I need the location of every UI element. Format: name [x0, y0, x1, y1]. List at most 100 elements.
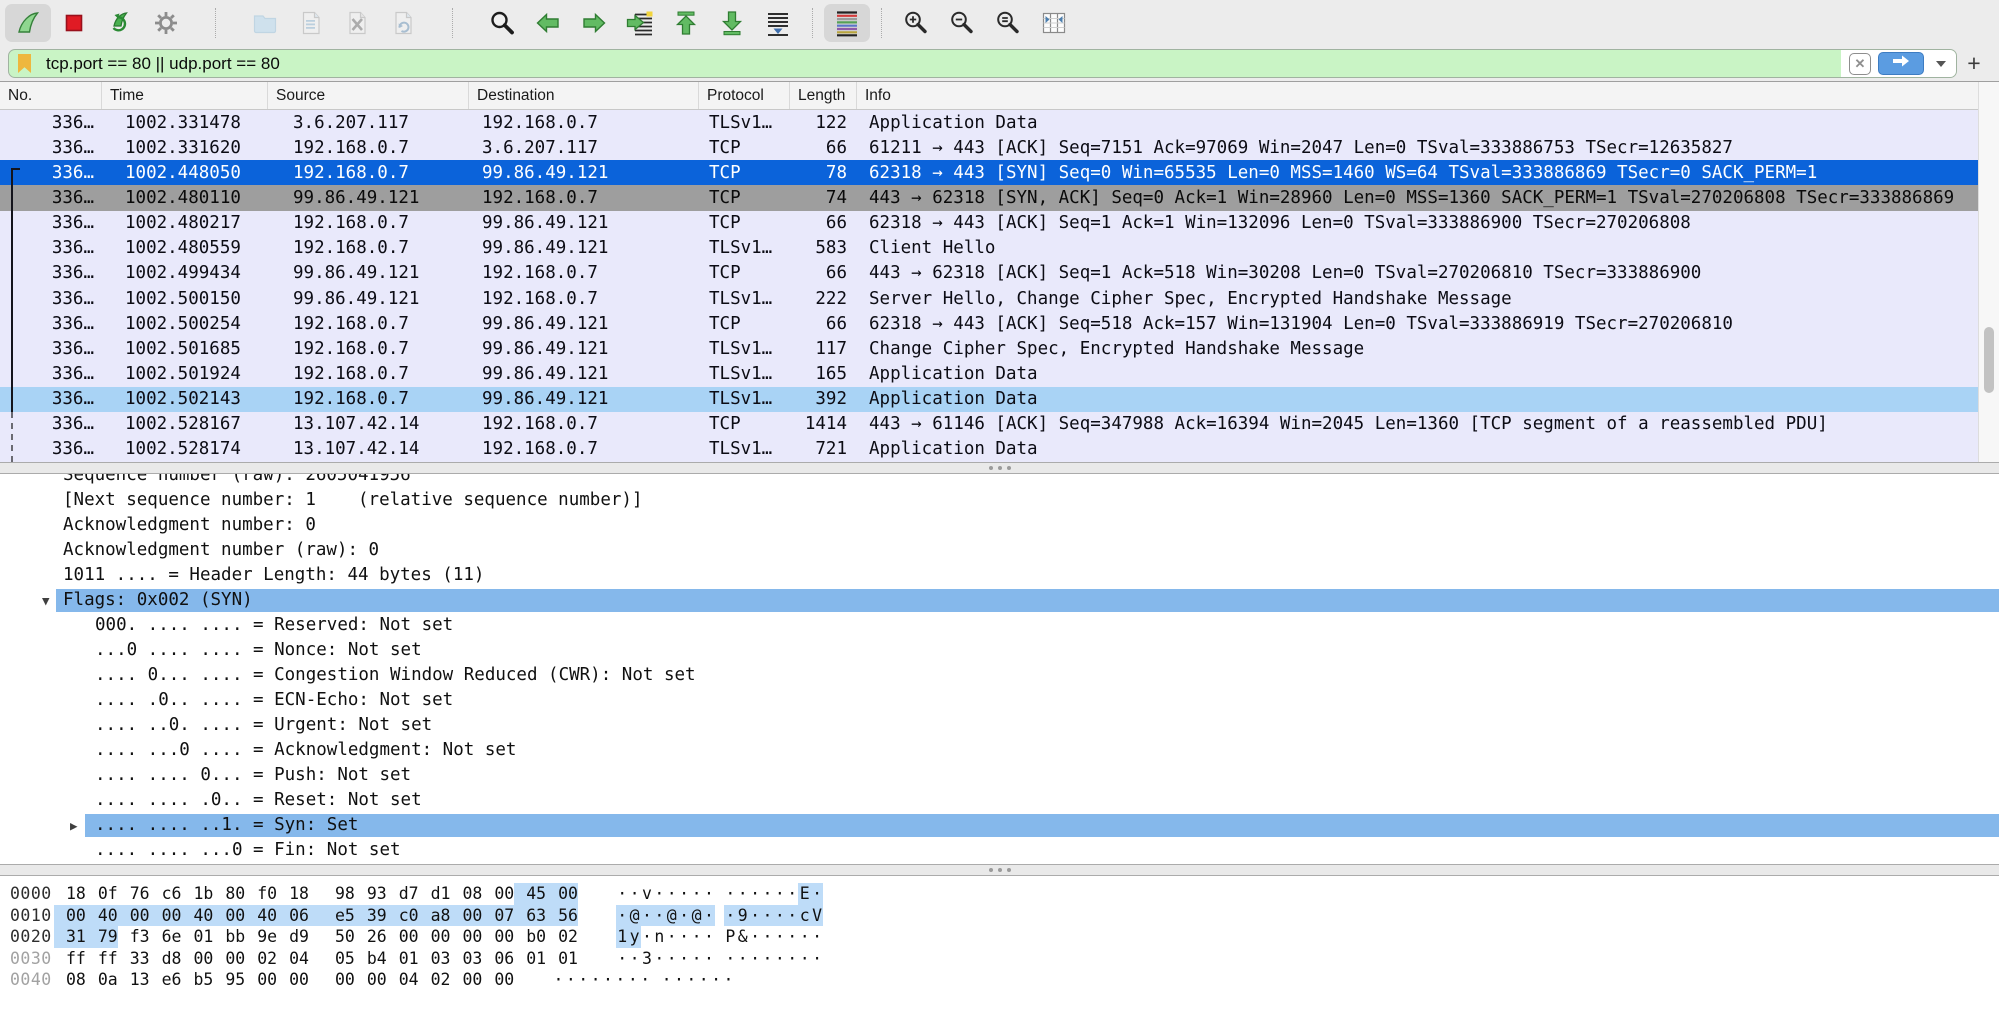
colorize-packets-button[interactable]: [824, 4, 870, 42]
packet-row[interactable]: 336…1002.448050192.168.0.799.86.49.121TC…: [0, 160, 1999, 185]
auto-scroll-button[interactable]: [755, 4, 801, 42]
zoom-original-button[interactable]: [985, 4, 1031, 42]
restart-capture-button[interactable]: [97, 4, 143, 42]
filter-apply-button[interactable]: [1878, 52, 1924, 75]
detail-line[interactable]: 1011 .... = Header Length: 44 bytes (11): [0, 563, 1999, 588]
find-packet-button[interactable]: [479, 4, 525, 42]
hex-row[interactable]: 0000180f76c61b80f0189893d7d108004500··v·…: [10, 883, 1999, 905]
cell-time: 1002.331620: [102, 138, 268, 158]
hex-byte: 39: [355, 905, 387, 927]
display-filter-input[interactable]: tcp.port == 80 || udp.port == 80 ✕: [8, 49, 1957, 78]
ascii-char: ·: [724, 905, 736, 927]
hex-row[interactable]: 00100040000040004006e539c0a800076356·@··…: [10, 905, 1999, 927]
splitter-list-details[interactable]: [0, 462, 1999, 474]
ascii-char: ·: [749, 905, 761, 927]
display-filter-text[interactable]: tcp.port == 80 || udp.port == 80: [46, 54, 1841, 74]
detail-line[interactable]: .... 0... .... = Congestion Window Reduc…: [0, 663, 1999, 688]
detail-line[interactable]: .... .0.. .... = ECN-Echo: Not set: [0, 688, 1999, 713]
column-header-length[interactable]: Length: [790, 82, 857, 109]
hex-byte: 01: [514, 948, 546, 970]
wireshark-window: { "colors": { "filter_bg": "#c9f4c5", "s…: [0, 0, 1999, 1018]
open-file-button[interactable]: [242, 4, 288, 42]
cell-source: 3.6.207.117: [268, 113, 469, 133]
go-last-packet-button[interactable]: [709, 4, 755, 42]
hex-row[interactable]: 0040080a13e6b5950000000004020000········…: [10, 969, 1999, 991]
packet-row[interactable]: 336…1002.501685192.168.0.799.86.49.121TL…: [0, 336, 1999, 361]
column-header-no[interactable]: No.: [0, 82, 102, 109]
packet-row[interactable]: 336…1002.501924192.168.0.799.86.49.121TL…: [0, 361, 1999, 386]
filter-dropdown-caret-icon[interactable]: [1936, 61, 1946, 67]
hex-byte: e6: [150, 969, 182, 991]
packet-row[interactable]: 336…1002.502143192.168.0.799.86.49.121TL…: [0, 387, 1999, 412]
column-header-info[interactable]: Info: [857, 82, 1999, 109]
cell-destination: 192.168.0.7: [469, 113, 699, 133]
cell-length: 117: [790, 339, 857, 359]
go-back-button[interactable]: [525, 4, 571, 42]
go-to-packet-button[interactable]: [617, 4, 663, 42]
detail-line[interactable]: ▶.... .... ..1. = Syn: Set: [0, 813, 1999, 838]
detail-line[interactable]: .... .... .0.. = Reset: Not set: [0, 788, 1999, 813]
go-first-packet-button[interactable]: [663, 4, 709, 42]
hex-row[interactable]: 0030ffff33d80000020405b4010303060101··3·…: [10, 948, 1999, 970]
column-header-source[interactable]: Source: [268, 82, 469, 109]
detail-line[interactable]: 000. .... .... = Reserved: Not set: [0, 613, 1999, 638]
column-header-protocol[interactable]: Protocol: [699, 82, 790, 109]
splitter-details-hex[interactable]: [0, 864, 1999, 876]
detail-line[interactable]: .... ..0. .... = Urgent: Not set: [0, 713, 1999, 738]
magnifier-icon: [488, 9, 516, 37]
detail-line[interactable]: ...0 .... .... = Nonce: Not set: [0, 638, 1999, 663]
detail-line[interactable]: [Next sequence number: 1 (relative seque…: [0, 488, 1999, 513]
detail-line[interactable]: Acknowledgment number: 0: [0, 513, 1999, 538]
packet-row[interactable]: 336…1002.49943499.86.49.121192.168.0.7TC…: [0, 261, 1999, 286]
expand-twisty-icon[interactable]: ▶: [70, 813, 78, 838]
scrollbar-thumb[interactable]: [1984, 327, 1994, 393]
zoom-in-button[interactable]: [893, 4, 939, 42]
ascii-char: ·: [710, 969, 722, 991]
packet-row[interactable]: 336…1002.500254192.168.0.799.86.49.121TC…: [0, 311, 1999, 336]
hex-byte: 00: [213, 948, 245, 970]
resize-columns-button[interactable]: [1031, 4, 1077, 42]
packet-row[interactable]: 336…1002.50015099.86.49.121192.168.0.7TL…: [0, 286, 1999, 311]
cell-no: 336…: [0, 439, 102, 459]
cell-no: 336…: [0, 238, 102, 258]
reload-file-button[interactable]: [380, 4, 426, 42]
splitter-grip-icon: [1007, 868, 1011, 872]
capture-options-button[interactable]: [143, 4, 189, 42]
start-capture-button[interactable]: [5, 4, 51, 42]
collapse-twisty-icon[interactable]: ▼: [42, 588, 50, 613]
packet-row[interactable]: 336…1002.331620192.168.0.73.6.207.117TCP…: [0, 135, 1999, 160]
close-file-button[interactable]: [334, 4, 380, 42]
packet-row[interactable]: 336…1002.48011099.86.49.121192.168.0.7TC…: [0, 185, 1999, 210]
hex-row[interactable]: 00203179f36e01bb9ed9502600000000b0021y·n…: [10, 926, 1999, 948]
column-header-destination[interactable]: Destination: [469, 82, 699, 109]
packet-row[interactable]: 336…1002.52817413.107.42.14192.168.0.7TL…: [0, 437, 1999, 462]
ascii-char: @: [628, 905, 640, 927]
hex-byte: 00: [451, 926, 483, 948]
column-header-time[interactable]: Time: [102, 82, 268, 109]
filter-add-button[interactable]: +: [1957, 50, 1991, 77]
detail-line[interactable]: Sequence number (raw): 2605041956: [0, 474, 1999, 488]
zoom-original-icon: [994, 9, 1022, 37]
ascii-char: ·: [774, 926, 786, 948]
hex-byte: 26: [355, 926, 387, 948]
packet-row[interactable]: 336…1002.480559192.168.0.799.86.49.121TL…: [0, 236, 1999, 261]
stop-capture-button[interactable]: [51, 4, 97, 42]
packet-row[interactable]: 336…1002.480217192.168.0.799.86.49.121TC…: [0, 211, 1999, 236]
cell-no: 336…: [0, 213, 102, 233]
detail-text: .... 0... .... = Congestion Window Reduc…: [95, 663, 696, 688]
detail-line[interactable]: .... .... ...0 = Fin: Not set: [0, 838, 1999, 863]
detail-line[interactable]: .... .... 0... = Push: Not set: [0, 763, 1999, 788]
packet-row[interactable]: 336…1002.3314783.6.207.117192.168.0.7TLS…: [0, 110, 1999, 135]
detail-line[interactable]: Acknowledgment number (raw): 0: [0, 538, 1999, 563]
save-file-button[interactable]: [288, 4, 334, 42]
hex-byte: e5: [309, 905, 355, 927]
filter-bookmark-icon[interactable]: [18, 54, 31, 73]
hex-byte: 07: [482, 905, 514, 927]
go-forward-button[interactable]: [571, 4, 617, 42]
zoom-out-button[interactable]: [939, 4, 985, 42]
filter-clear-icon[interactable]: ✕: [1849, 53, 1871, 75]
packet-row[interactable]: 336…1002.52816713.107.42.14192.168.0.7TC…: [0, 412, 1999, 437]
detail-line[interactable]: ▼Flags: 0x002 (SYN): [0, 588, 1999, 613]
cell-protocol: TLSv1…: [699, 364, 790, 384]
detail-line[interactable]: .... ...0 .... = Acknowledgment: Not set: [0, 738, 1999, 763]
